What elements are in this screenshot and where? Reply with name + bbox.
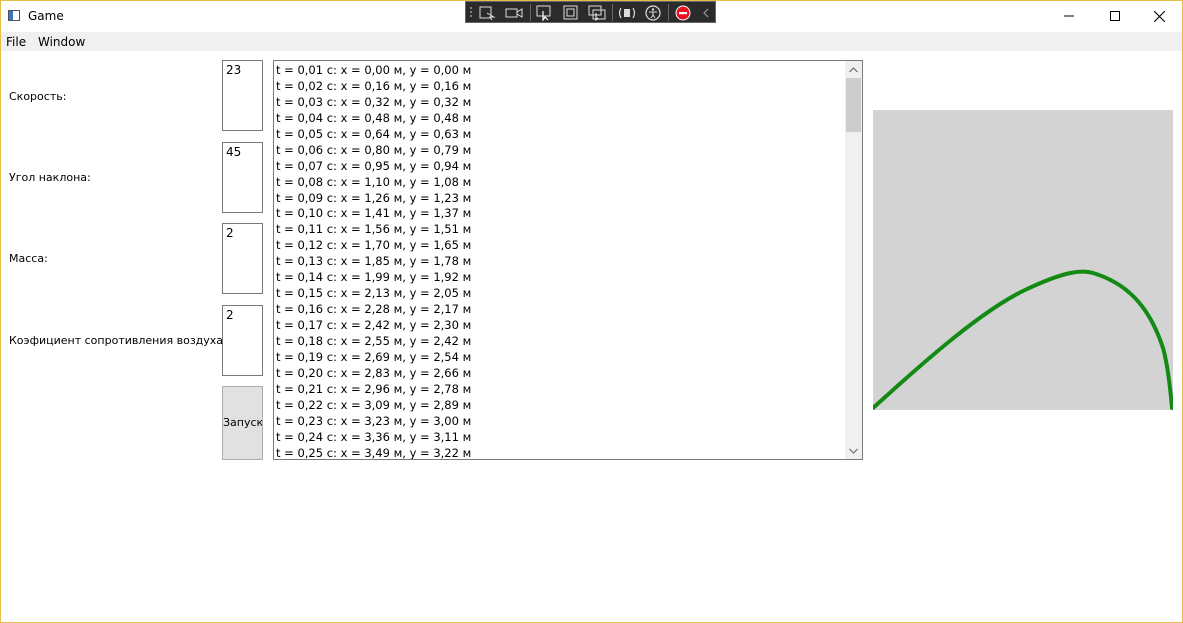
vertical-scrollbar[interactable] [845, 61, 862, 459]
log-line[interactable]: t = 0,25 с: x = 3,49 м, y = 3,22 м [276, 445, 471, 460]
trajectory-log-list[interactable]: t = 0,01 с: x = 0,00 м, y = 0,00 мt = 0,… [273, 60, 863, 460]
log-line[interactable]: t = 0,17 с: x = 2,42 м, y = 2,30 м [276, 317, 471, 333]
menu-bar: File Window [1, 32, 1182, 51]
run-button[interactable]: Запуск [222, 386, 263, 460]
menu-window[interactable]: Window [38, 35, 85, 49]
log-line[interactable]: t = 0,19 с: x = 2,69 м, y = 2,54 м [276, 349, 471, 365]
log-line[interactable]: t = 0,24 с: x = 3,36 м, y = 3,11 м [276, 429, 471, 445]
menu-file[interactable]: File [6, 35, 26, 49]
toolbar-separator [612, 4, 613, 21]
log-line[interactable]: t = 0,02 с: x = 0,16 м, y = 0,16 м [276, 78, 471, 94]
log-line[interactable]: t = 0,06 с: x = 0,80 м, y = 0,79 м [276, 142, 471, 158]
log-line[interactable]: t = 0,22 с: x = 3,09 м, y = 2,89 м [276, 397, 471, 413]
toolbar-separator [530, 4, 531, 21]
speed-input[interactable]: 23 [222, 60, 263, 131]
log-line[interactable]: t = 0,15 с: x = 2,13 м, y = 2,05 м [276, 285, 471, 301]
drag-coefficient-label: Коэфициент сопротивления воздуха: [9, 334, 227, 347]
stop-icon[interactable] [674, 5, 692, 21]
close-button[interactable] [1136, 1, 1182, 31]
accessibility-icon[interactable] [644, 5, 662, 21]
log-line[interactable]: t = 0,11 с: x = 1,56 м, y = 1,51 м [276, 221, 471, 237]
scroll-up-icon[interactable] [845, 61, 862, 78]
debug-toolbar [465, 1, 716, 23]
log-line[interactable]: t = 0,13 с: x = 1,85 м, y = 1,78 м [276, 253, 471, 269]
app-window-icon [8, 10, 20, 21]
mass-input[interactable]: 2 [222, 223, 263, 294]
log-lines: t = 0,01 с: x = 0,00 м, y = 0,00 мt = 0,… [276, 62, 471, 460]
angle-input[interactable]: 45 [222, 142, 263, 213]
pointer-select-icon[interactable] [536, 5, 554, 21]
trajectory-plot [871, 269, 1174, 410]
log-line[interactable]: t = 0,20 с: x = 2,83 м, y = 2,66 м [276, 365, 471, 381]
angle-label: Угол наклона: [9, 171, 91, 184]
speed-label: Скорость: [9, 90, 67, 103]
log-line[interactable]: t = 0,08 с: x = 1,10 м, y = 1,08 м [276, 174, 471, 190]
app-window: Game File Window Скорость: Угол наклона:… [0, 0, 1183, 623]
log-line[interactable]: t = 0,05 с: x = 0,64 м, y = 0,63 м [276, 126, 471, 142]
trajectory-curve [871, 269, 1174, 410]
camera-icon[interactable] [505, 5, 523, 21]
window-title: Game [28, 9, 64, 23]
maximize-icon [1110, 11, 1120, 21]
log-line[interactable]: t = 0,14 с: x = 1,99 м, y = 1,92 м [276, 269, 471, 285]
log-line[interactable]: t = 0,10 с: x = 1,41 м, y = 1,37 м [276, 205, 471, 221]
layout-adorner-icon[interactable] [562, 5, 580, 21]
maximize-button[interactable] [1092, 1, 1138, 31]
log-line[interactable]: t = 0,23 с: x = 3,23 м, y = 3,00 м [276, 413, 471, 429]
track-focus-icon[interactable] [588, 5, 606, 21]
mass-label: Масса: [9, 252, 48, 265]
log-line[interactable]: t = 0,09 с: x = 1,26 м, y = 1,23 м [276, 190, 471, 206]
gripper-icon[interactable] [469, 6, 473, 19]
minimize-button[interactable] [1046, 1, 1092, 31]
drag-coefficient-input[interactable]: 2 [222, 305, 263, 376]
minimize-icon [1064, 15, 1074, 17]
log-line[interactable]: t = 0,16 с: x = 2,28 м, y = 2,17 м [276, 301, 471, 317]
log-line[interactable]: t = 0,12 с: x = 1,70 м, y = 1,65 м [276, 237, 471, 253]
log-line[interactable]: t = 0,04 с: x = 0,48 м, y = 0,48 м [276, 110, 471, 126]
scroll-down-icon[interactable] [845, 442, 862, 459]
binding-failures-icon[interactable] [618, 5, 636, 21]
log-line[interactable]: t = 0,18 с: x = 2,55 м, y = 2,42 м [276, 333, 471, 349]
log-line[interactable]: t = 0,01 с: x = 0,00 м, y = 0,00 м [276, 62, 471, 78]
toolbar-separator [668, 4, 669, 21]
scrollbar-thumb[interactable] [846, 78, 861, 132]
log-line[interactable]: t = 0,03 с: x = 0,32 м, y = 0,32 м [276, 94, 471, 110]
close-icon [1153, 10, 1165, 22]
collapse-chevron-icon[interactable] [700, 5, 712, 21]
select-element-icon[interactable] [478, 5, 496, 21]
log-line[interactable]: t = 0,21 с: x = 2,96 м, y = 2,78 м [276, 381, 471, 397]
log-line[interactable]: t = 0,07 с: x = 0,95 м, y = 0,94 м [276, 158, 471, 174]
trajectory-canvas [871, 110, 1174, 410]
